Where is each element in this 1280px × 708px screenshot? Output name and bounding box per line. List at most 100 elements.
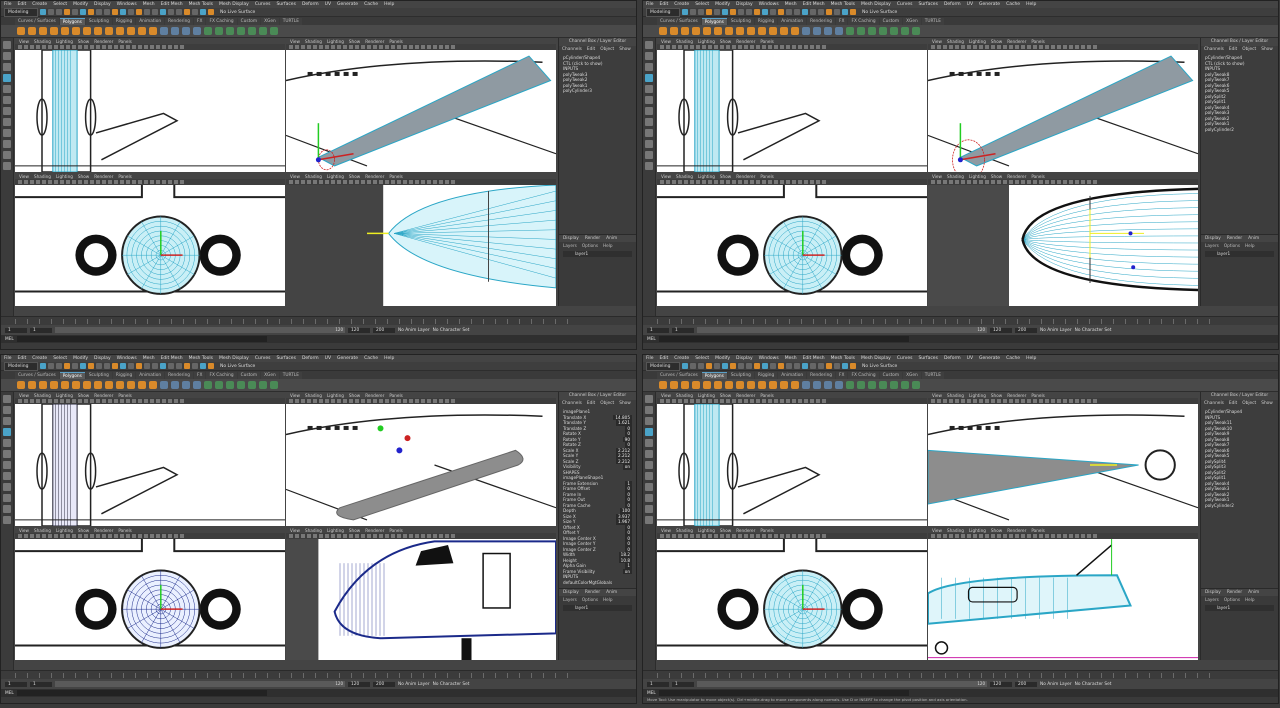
shelf-tool-icon[interactable] xyxy=(692,381,700,389)
shelf-tool-icon[interactable] xyxy=(912,27,920,35)
viewport-toolbar-icon[interactable] xyxy=(961,399,965,403)
start-frame-field[interactable]: 1 xyxy=(647,327,669,333)
status-tool-icon[interactable] xyxy=(850,363,856,369)
tool-icon[interactable] xyxy=(645,96,653,104)
viewport-toolbar-icon[interactable] xyxy=(361,45,365,49)
shelf-tool-icon[interactable] xyxy=(193,381,201,389)
viewport-toolbar-icon[interactable] xyxy=(660,45,664,49)
viewport-toolbar-icon[interactable] xyxy=(750,399,754,403)
viewport-toolbar-icon[interactable] xyxy=(666,45,670,49)
viewport-toolbar-icon[interactable] xyxy=(120,534,124,538)
panel-menu-shading[interactable]: Shading xyxy=(947,174,964,179)
viewport-toolbar-icon[interactable] xyxy=(397,399,401,403)
viewport-top[interactable]: View Shading Lighting Show Renderer Panels xyxy=(15,38,285,172)
shelf-tab-fx-caching[interactable]: FX Caching xyxy=(848,372,879,379)
shelf-tool-icon[interactable] xyxy=(725,381,733,389)
viewport-toolbar-icon[interactable] xyxy=(144,534,148,538)
viewport-toolbar-icon[interactable] xyxy=(132,180,136,184)
viewport-toolbar-icon[interactable] xyxy=(180,180,184,184)
menu-item-mesh-tools[interactable]: Mesh Tools xyxy=(831,2,855,7)
tool-icon[interactable] xyxy=(3,472,11,480)
viewport-toolbar-icon[interactable] xyxy=(421,399,425,403)
shelf-tool-icon[interactable] xyxy=(248,27,256,35)
viewport-toolbar-icon[interactable] xyxy=(744,45,748,49)
menu-item-modify[interactable]: Modify xyxy=(715,356,730,361)
viewport-toolbar-icon[interactable] xyxy=(756,45,760,49)
viewport-toolbar-icon[interactable] xyxy=(427,399,431,403)
channel-menu-channels[interactable]: Channels xyxy=(562,47,582,52)
menu-item-uv[interactable]: UV xyxy=(325,2,331,7)
viewport-toolbar-icon[interactable] xyxy=(1093,534,1097,538)
menu-item-help[interactable]: Help xyxy=(384,2,394,7)
viewport-toolbar-icon[interactable] xyxy=(319,399,323,403)
viewport-toolbar-icon[interactable] xyxy=(174,399,178,403)
viewport-toolbar-icon[interactable] xyxy=(379,180,383,184)
menu-item-cache[interactable]: Cache xyxy=(1006,2,1020,7)
panel-menu-lighting[interactable]: Lighting xyxy=(698,393,715,398)
viewport-toolbar-icon[interactable] xyxy=(295,45,299,49)
viewport-toolbar-icon[interactable] xyxy=(714,534,718,538)
status-tool-icon[interactable] xyxy=(192,363,198,369)
mel-label[interactable]: MEL xyxy=(647,691,656,696)
viewport-toolbar-icon[interactable] xyxy=(24,180,28,184)
status-tool-icon[interactable] xyxy=(770,9,776,15)
panel-menu-show[interactable]: Show xyxy=(349,39,360,44)
viewport-toolbar-icon[interactable] xyxy=(955,180,959,184)
panel-menu-shading[interactable]: Shading xyxy=(34,528,51,533)
viewport-toolbar-icon[interactable] xyxy=(1075,534,1079,538)
shelf-tab-animation[interactable]: Animation xyxy=(778,18,807,25)
viewport-toolbar-icon[interactable] xyxy=(319,180,323,184)
tool-icon[interactable] xyxy=(645,406,653,414)
layer-tab-display[interactable]: Display xyxy=(1205,590,1221,595)
status-tool-icon[interactable] xyxy=(160,363,166,369)
viewport-toolbar-icon[interactable] xyxy=(666,399,670,403)
shelf-tool-icon[interactable] xyxy=(127,381,135,389)
panel-menu-lighting[interactable]: Lighting xyxy=(56,39,73,44)
panel-menu-panels[interactable]: Panels xyxy=(389,39,402,44)
status-tool-icon[interactable] xyxy=(80,9,86,15)
tool-icon[interactable] xyxy=(645,516,653,524)
shelf-tool-icon[interactable] xyxy=(802,381,810,389)
viewport-toolbar-icon[interactable] xyxy=(672,180,676,184)
shelf-tool-icon[interactable] xyxy=(747,381,755,389)
viewport-toolbar-icon[interactable] xyxy=(810,180,814,184)
shelf-tool-icon[interactable] xyxy=(105,27,113,35)
status-tool-icon[interactable] xyxy=(120,363,126,369)
status-tool-icon[interactable] xyxy=(168,9,174,15)
viewport-toolbar-icon[interactable] xyxy=(108,180,112,184)
range-bar[interactable]: 120 xyxy=(55,327,345,333)
status-tool-icon[interactable] xyxy=(770,363,776,369)
viewport-toolbar-icon[interactable] xyxy=(1009,399,1013,403)
menu-item-windows[interactable]: Windows xyxy=(117,2,137,7)
viewport-toolbar-icon[interactable] xyxy=(738,180,742,184)
viewport-toolbar-icon[interactable] xyxy=(54,180,58,184)
viewport-toolbar-icon[interactable] xyxy=(72,399,76,403)
menu-item-create[interactable]: Create xyxy=(674,356,689,361)
viewport-toolbar-icon[interactable] xyxy=(696,45,700,49)
viewport-toolbar-icon[interactable] xyxy=(66,180,70,184)
viewport-toolbar-icon[interactable] xyxy=(439,399,443,403)
viewport-toolbar-icon[interactable] xyxy=(36,534,40,538)
status-tool-icon[interactable] xyxy=(152,363,158,369)
viewport-toolbar-icon[interactable] xyxy=(1009,45,1013,49)
tool-icon[interactable] xyxy=(3,41,11,49)
viewport-toolbar-icon[interactable] xyxy=(36,180,40,184)
viewport-toolbar-icon[interactable] xyxy=(30,534,34,538)
viewport-toolbar-icon[interactable] xyxy=(1069,180,1073,184)
panel-menu-renderer[interactable]: Renderer xyxy=(736,39,755,44)
viewport-toolbar-icon[interactable] xyxy=(343,399,347,403)
panel-menu-view[interactable]: View xyxy=(932,174,942,179)
viewport-toolbar-icon[interactable] xyxy=(720,180,724,184)
shelf-tool-icon[interactable] xyxy=(890,27,898,35)
status-tool-icon[interactable] xyxy=(104,9,110,15)
panel-menu-lighting[interactable]: Lighting xyxy=(969,393,986,398)
viewport-toolbar-icon[interactable] xyxy=(1021,180,1025,184)
viewport-toolbar-icon[interactable] xyxy=(798,45,802,49)
panel-menu-panels[interactable]: Panels xyxy=(1031,39,1044,44)
shelf-tool-icon[interactable] xyxy=(72,27,80,35)
tool-icon[interactable] xyxy=(645,439,653,447)
viewport-toolbar-icon[interactable] xyxy=(1015,45,1019,49)
viewport-toolbar-icon[interactable] xyxy=(816,180,820,184)
playback-end-field[interactable]: 200 xyxy=(1015,681,1037,687)
tool-icon[interactable] xyxy=(3,417,11,425)
